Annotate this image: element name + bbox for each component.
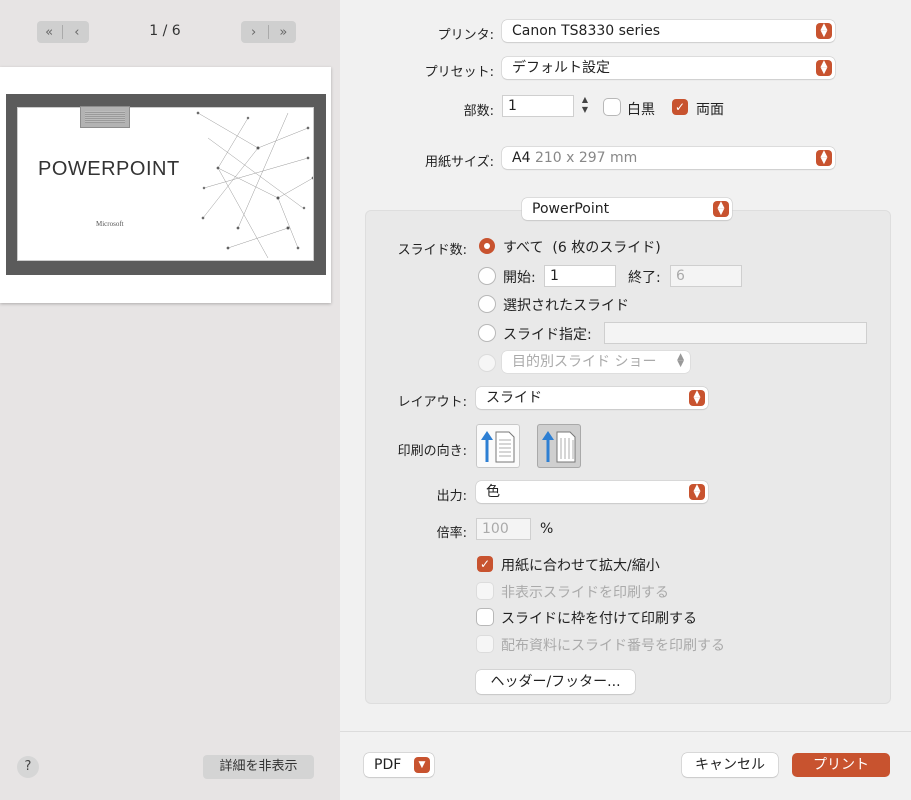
pdf-label: PDF — [374, 757, 402, 773]
chevron-down-icon: ▼ — [414, 757, 430, 773]
copies-stepper[interactable]: ▲ ▼ — [578, 95, 592, 117]
app-menu-select[interactable]: PowerPoint ▲ ▼ — [522, 198, 732, 220]
frame-slides-checkbox[interactable] — [477, 609, 493, 625]
first-page-button[interactable]: « — [38, 25, 60, 40]
paper-dims: 210 x 297 mm — [534, 150, 638, 166]
next-page-button[interactable]: › — [243, 25, 265, 40]
output-value: 色 — [486, 484, 500, 500]
custom-slides-input[interactable] — [604, 322, 867, 344]
output-label: 出力: — [436, 489, 467, 504]
hide-details-button[interactable]: 詳細を非表示 — [203, 755, 314, 779]
bw-label: 白黒 — [627, 102, 655, 118]
duplex-label: 両面 — [696, 102, 724, 118]
network-graphic-icon — [196, 111, 313, 259]
nav-divider — [267, 25, 269, 39]
printer-label: プリンタ: — [437, 28, 494, 43]
slides-label: スライド数: — [397, 243, 467, 258]
chevron-updown-icon: ▲ ▼ — [816, 60, 832, 76]
copies-input[interactable]: 1 — [502, 95, 574, 117]
slide-thumbnail — [6, 94, 326, 275]
slide-subtitle: Microsoft — [96, 220, 124, 228]
printer-select[interactable]: Canon TS8330 series ▲ ▼ — [502, 20, 835, 42]
chevron-updown-icon: ▲ ▼ — [816, 150, 832, 166]
range-radio[interactable] — [479, 268, 495, 284]
all-slides-label: すべて (6 枚のスライド) — [503, 237, 661, 257]
nav-divider — [62, 25, 64, 39]
nav-forward-group: › » — [241, 21, 296, 43]
selected-slides-label: 選択されたスライド — [503, 298, 629, 314]
scale-label: 倍率: — [436, 526, 467, 541]
frame-slides-label: スライドに枠を付けて印刷する — [501, 611, 697, 627]
custom-show-value: 目的別スライド ショー — [512, 354, 657, 370]
fit-to-paper-checkbox[interactable]: ✓ — [477, 556, 493, 572]
slide-numbers-checkbox[interactable] — [477, 636, 493, 652]
all-slides-count: (6 枚のスライド) — [552, 240, 661, 256]
landscape-orientation-button[interactable] — [537, 424, 581, 468]
footer-divider — [340, 731, 911, 732]
chevron-updown-icon: ▲ ▼ — [689, 484, 705, 500]
custom-show-radio[interactable] — [479, 355, 495, 371]
slide-numbers-label: 配布資料にスライド番号を印刷する — [501, 638, 725, 654]
chevron-updown-icon: ▲ ▼ — [816, 23, 832, 39]
scale-input[interactable]: 100 — [476, 518, 531, 540]
last-page-button[interactable]: » — [272, 25, 294, 40]
slide-title: POWERPOINT — [38, 158, 180, 180]
end-label: 終了: — [628, 270, 661, 286]
copies-label: 部数: — [463, 104, 494, 119]
scale-unit: % — [540, 521, 554, 537]
print-hidden-label: 非表示スライドを印刷する — [501, 585, 669, 601]
landscape-page-icon — [542, 431, 576, 463]
layout-value: スライド — [486, 390, 542, 406]
header-footer-button[interactable]: ヘッダー/フッター... — [476, 670, 635, 694]
start-input[interactable]: 1 — [544, 265, 616, 287]
paper-select[interactable]: A4 210 x 297 mm ▲ ▼ — [502, 147, 835, 169]
chevron-updown-icon: ▲ ▼ — [713, 201, 729, 217]
output-select[interactable]: 色 ▲ ▼ — [476, 481, 708, 503]
slide-canvas — [17, 107, 314, 261]
paper-label: 用紙サイズ: — [425, 155, 494, 170]
app-menu-value: PowerPoint — [532, 201, 610, 217]
portrait-page-icon — [481, 431, 515, 463]
custom-slides-radio[interactable] — [479, 325, 495, 341]
start-label: 開始: — [503, 270, 536, 286]
layout-label: レイアウト: — [397, 395, 467, 410]
preset-label: プリセット: — [424, 65, 494, 80]
prev-page-button[interactable]: ‹ — [66, 25, 88, 40]
all-slides-text: すべて — [503, 240, 544, 256]
fit-to-paper-label: 用紙に合わせて拡大/縮小 — [501, 558, 660, 574]
preset-value: デフォルト設定 — [512, 60, 610, 76]
cancel-button[interactable]: キャンセル — [682, 753, 778, 777]
bw-checkbox[interactable] — [604, 99, 620, 115]
layout-select[interactable]: スライド ▲ ▼ — [476, 387, 708, 409]
print-hidden-checkbox[interactable] — [477, 583, 493, 599]
slide-decoration — [80, 106, 130, 128]
all-slides-radio[interactable] — [479, 238, 495, 254]
pdf-menu-button[interactable]: PDF ▼ — [364, 753, 434, 777]
custom-slides-label: スライド指定: — [503, 327, 592, 343]
end-input[interactable]: 6 — [670, 265, 742, 287]
print-button[interactable]: プリント — [792, 753, 890, 777]
chevron-updown-icon: ▲ ▼ — [689, 390, 705, 406]
paper-value: A4 — [512, 150, 531, 166]
selected-slides-radio[interactable] — [479, 296, 495, 312]
chevron-updown-icon: ▲ ▼ — [677, 352, 684, 369]
duplex-checkbox[interactable]: ✓ — [672, 99, 688, 115]
printer-value: Canon TS8330 series — [512, 23, 661, 39]
help-button[interactable]: ? — [17, 756, 39, 778]
preset-select[interactable]: デフォルト設定 ▲ ▼ — [502, 57, 835, 79]
page-counter: 1 / 6 — [149, 23, 181, 39]
portrait-orientation-button[interactable] — [476, 424, 520, 468]
orientation-label: 印刷の向き: — [397, 444, 467, 459]
nav-back-group: « ‹ — [37, 21, 89, 43]
preview-pane: « ‹ 1 / 6 › » POWERPOINT Microsoft ? 詳細を… — [0, 0, 340, 800]
custom-show-select[interactable]: 目的別スライド ショー ▲ ▼ — [502, 351, 690, 373]
